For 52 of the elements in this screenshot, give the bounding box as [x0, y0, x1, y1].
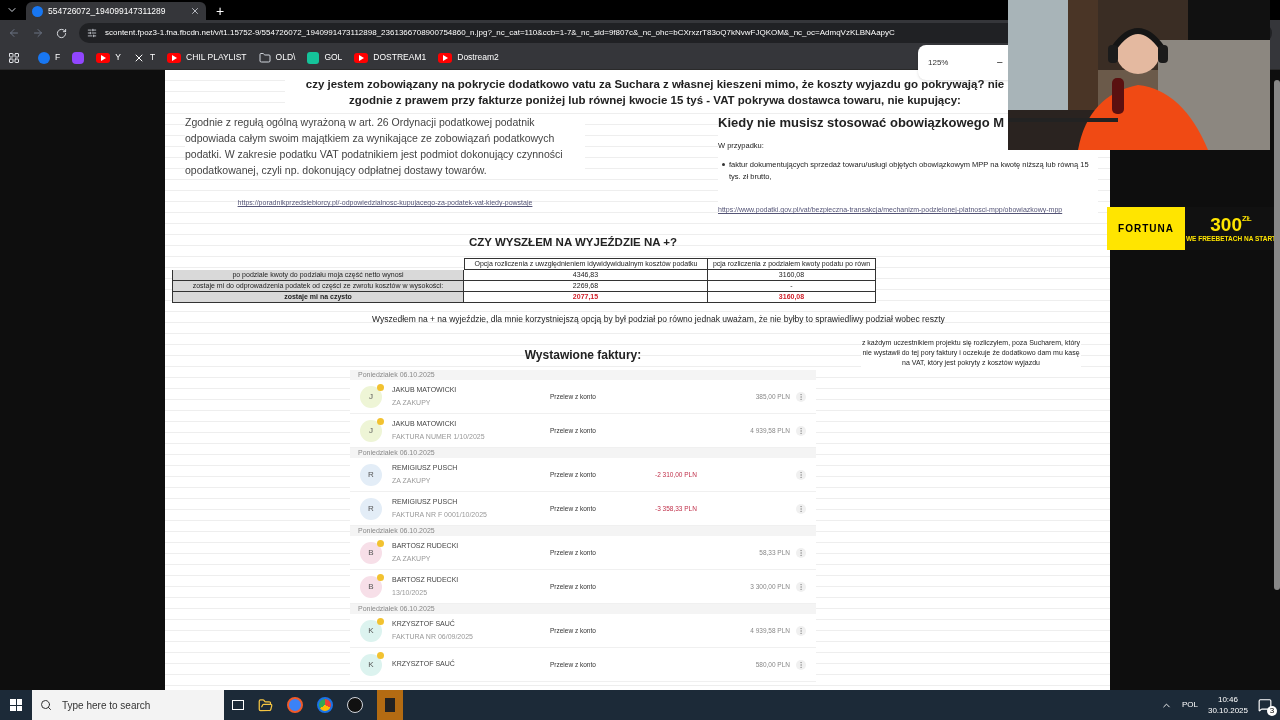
app-icon: [307, 51, 320, 64]
avatar: J: [360, 385, 382, 408]
bookmark[interactable]: F: [38, 51, 61, 64]
ad-amount: 300: [1210, 214, 1242, 234]
apps-icon[interactable]: [8, 51, 20, 64]
search-icon: [40, 699, 52, 711]
notification-count: 3: [1267, 706, 1277, 716]
avatar: R: [360, 497, 382, 520]
conclusion-text: Wyszedłem na + na wyjeździe, dla mnie korzystniejszą opcją by był podział po równo jednak uważam, że nie byłby to sprawiedliwy podział wobec reszty: [372, 313, 946, 326]
search-field[interactable]: Type here to search: [32, 690, 224, 720]
reload-icon[interactable]: [56, 27, 67, 39]
youtube-icon: [167, 52, 182, 63]
task-view-icon[interactable]: [232, 700, 244, 710]
back-icon[interactable]: [8, 27, 20, 39]
avatar: R: [360, 463, 382, 486]
bookmark[interactable]: Y: [96, 51, 121, 64]
avatar: K: [360, 619, 382, 642]
scrollbar[interactable]: [1274, 80, 1280, 590]
bookmark[interactable]: T: [132, 51, 156, 64]
tab-title: 554726072_194099147311289: [48, 4, 166, 18]
folder-icon: [258, 51, 271, 64]
clock-time: 10:46: [1217, 694, 1238, 705]
clock-date: 30.10.2025: [1207, 705, 1248, 716]
youtube-icon: [438, 52, 453, 63]
ad-brand: FORTUNA: [1118, 222, 1174, 236]
search-input[interactable]: Type here to search: [62, 697, 212, 713]
notifications-icon[interactable]: [1258, 698, 1272, 712]
avatar: B: [360, 541, 382, 564]
invoices-title: Wystawione faktury:: [524, 348, 642, 362]
avatar: J: [360, 419, 382, 442]
youtube-icon: [354, 52, 369, 63]
zoom-level: 125%: [928, 56, 949, 69]
bookmark[interactable]: Dostream2: [438, 51, 499, 64]
ad-currency: ZŁ: [1241, 214, 1252, 223]
close-icon[interactable]: [190, 6, 200, 16]
new-tab-button[interactable]: +: [214, 2, 227, 20]
file-explorer-icon[interactable]: [258, 697, 273, 713]
bookmark[interactable]: CHIL PLAYLIST: [167, 51, 247, 64]
zoom-out-button[interactable]: −: [996, 54, 1003, 71]
bullet-icon: [722, 163, 725, 167]
site-info-icon: [87, 28, 97, 38]
youtube-icon: [96, 52, 111, 63]
avatar: B: [360, 575, 382, 598]
bookmark[interactable]: OLD\: [258, 51, 296, 64]
bookmark[interactable]: DOSTREAM1: [354, 51, 427, 64]
language-indicator[interactable]: POL: [1181, 699, 1198, 711]
avatar: K: [360, 653, 382, 676]
browser-tab[interactable]: 554726072_194099147311289: [26, 2, 206, 20]
bookmark[interactable]: GOL: [307, 51, 343, 64]
section-heading: Kiedy nie musisz stosować obowiązkowego M: [718, 114, 1006, 132]
table-title: CZY WYSZŁEM NA WYJEŹDZIE NA +?: [468, 236, 678, 249]
url-text: scontent.fpoz3-1.fna.fbcdn.net/v/t1.15752-9/554726072_1940991473112898_2361366708900754860_n.jpg?_nc_cat=110&ccb=1-7&_nc_sid=9f807c&_nc_ohc=bCXrxzrT83oQ7kNvwFJQKOM&_nc_oc=AdmqVzKLBNAapyC: [105, 27, 895, 39]
